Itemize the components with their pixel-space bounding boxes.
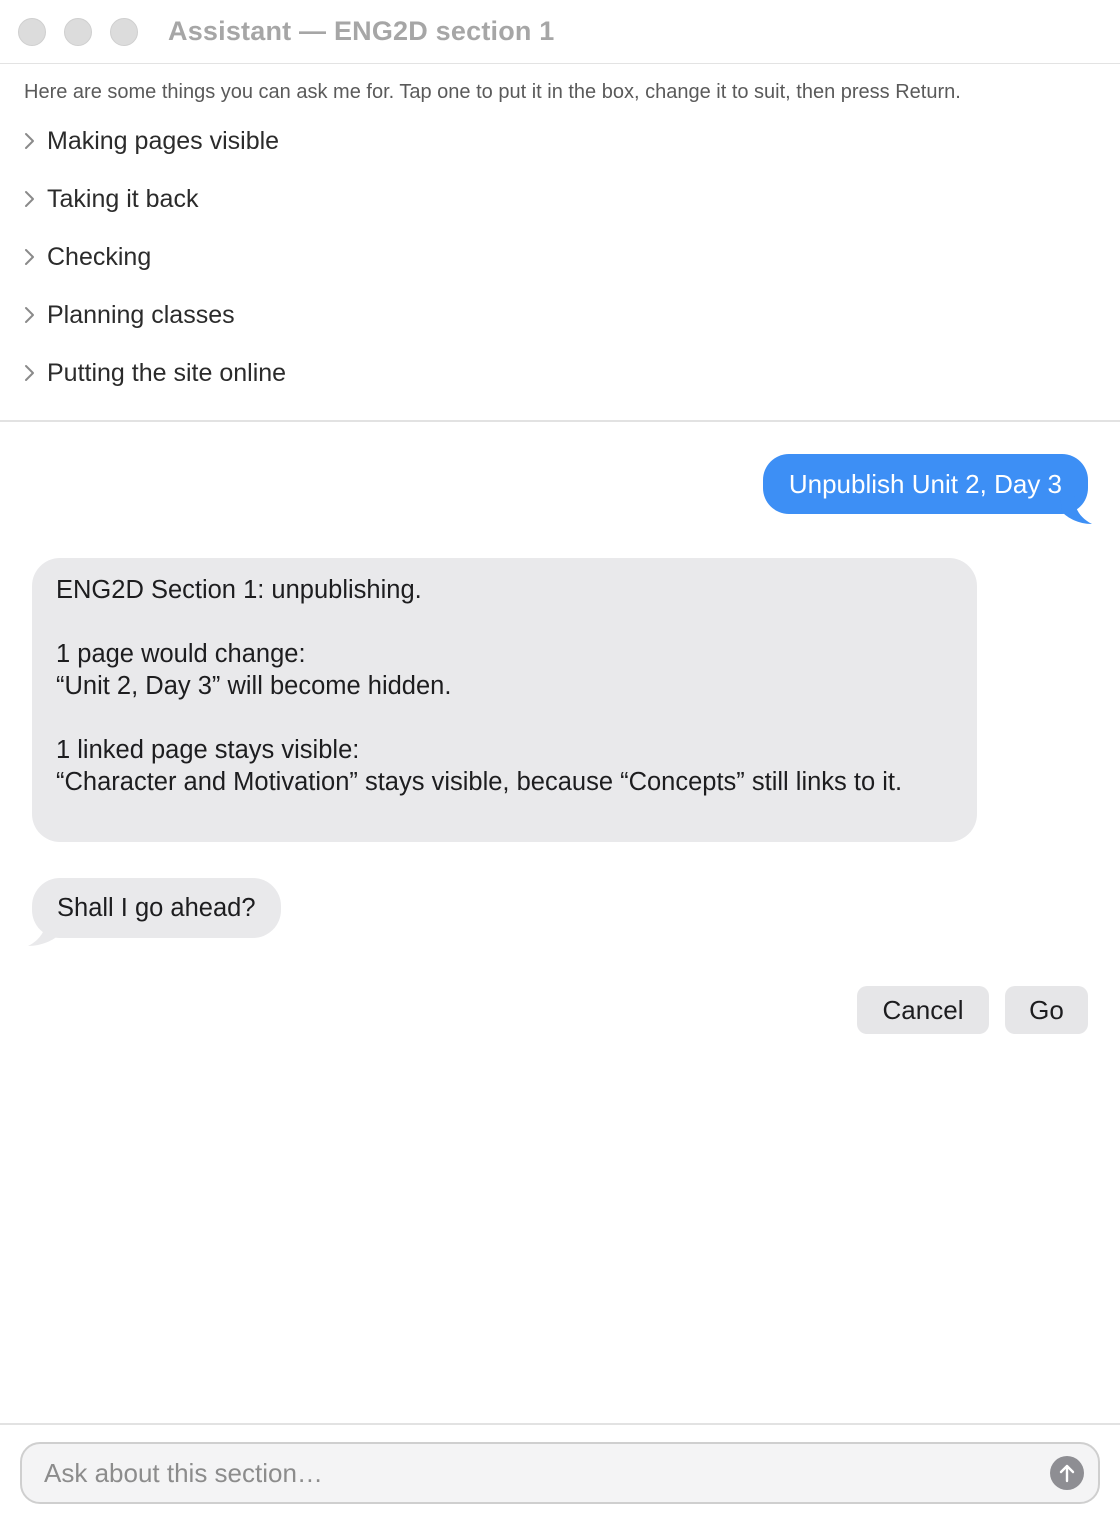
minimize-window-button[interactable] [64, 18, 92, 46]
suggestion-label: Checking [47, 243, 152, 271]
composer-divider [0, 1423, 1120, 1425]
assistant-message-bubble: ENG2D Section 1: unpublishing. 1 page wo… [32, 558, 977, 842]
go-button[interactable]: Go [1005, 986, 1088, 1034]
change-detail: “Unit 2, Day 3” will become hidden. [56, 672, 452, 700]
close-window-button[interactable] [18, 18, 46, 46]
suggestion-planning-classes[interactable]: Planning classes [24, 300, 1096, 358]
user-bubble-tail [1060, 496, 1092, 524]
confirm-question-bubble: Shall I go ahead? [32, 878, 281, 938]
suggestion-list: Making pages visible Taking it back Chec… [24, 126, 1096, 416]
chevron-right-icon [24, 126, 47, 156]
suggestions-intro: Here are some things you can ask me for.… [24, 81, 961, 103]
chevron-right-icon [24, 300, 47, 330]
ask-input[interactable] [44, 1444, 1034, 1502]
linked-detail: “Character and Motivation” stays visible… [56, 768, 903, 796]
suggestion-making-pages-visible[interactable]: Making pages visible [24, 126, 1096, 184]
assistant-heading: ENG2D Section 1: unpublishing. [56, 576, 422, 604]
suggestion-label: Putting the site online [47, 359, 287, 387]
suggestion-label: Planning classes [47, 301, 235, 329]
title-bar: Assistant — ENG2D section 1 [0, 0, 1120, 64]
suggestion-checking[interactable]: Checking [24, 242, 1096, 300]
composer [20, 1442, 1100, 1504]
chevron-right-icon [24, 358, 47, 388]
suggestion-putting-site-online[interactable]: Putting the site online [24, 358, 1096, 416]
send-button[interactable] [1050, 1456, 1084, 1490]
suggestion-label: Taking it back [47, 185, 199, 213]
suggestion-label: Making pages visible [47, 127, 280, 155]
chevron-right-icon [24, 242, 47, 272]
change-title: 1 page would change: [56, 640, 306, 668]
user-message-bubble: Unpublish Unit 2, Day 3 [762, 454, 1088, 514]
suggestion-taking-it-back[interactable]: Taking it back [24, 184, 1096, 242]
chevron-right-icon [24, 184, 47, 214]
question-bubble-tail [28, 920, 60, 946]
linked-title: 1 linked page stays visible: [56, 736, 360, 764]
suggestions-divider [0, 420, 1120, 422]
window-title: Assistant — ENG2D section 1 [168, 16, 555, 46]
zoom-window-button[interactable] [110, 18, 138, 46]
arrow-up-icon [1059, 1464, 1075, 1483]
confirm-actions: Cancel Go [857, 986, 1088, 1034]
cancel-button[interactable]: Cancel [857, 986, 989, 1034]
